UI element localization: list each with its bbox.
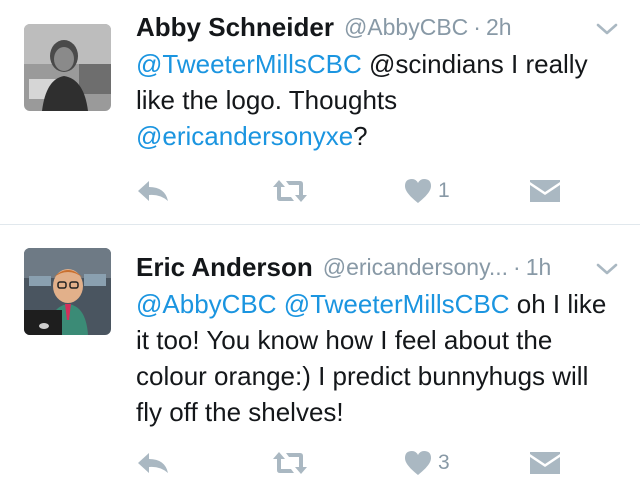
retweet-icon (273, 452, 307, 474)
author-handle[interactable]: @ericandersony... (323, 254, 508, 281)
like-button[interactable]: 3 (404, 446, 450, 480)
reply-button[interactable] (136, 174, 170, 208)
direct-message-button[interactable] (530, 446, 560, 480)
like-count: 1 (438, 179, 450, 202)
direct-message-button[interactable] (530, 174, 560, 208)
author-name[interactable]: Eric Anderson (136, 252, 313, 283)
reply-icon (138, 453, 168, 473)
like-count: 3 (438, 451, 450, 474)
action-bar: 3 (136, 446, 616, 480)
like-button[interactable]: 1 (404, 174, 450, 208)
avatar[interactable] (24, 24, 111, 111)
mention-link[interactable]: @TweeterMillsCBC (136, 49, 362, 79)
retweet-button[interactable] (272, 174, 308, 208)
timestamp[interactable]: 1h (526, 254, 552, 281)
tweet-divider (0, 224, 640, 225)
mention-link[interactable]: @TweeterMillsCBC (284, 289, 510, 319)
avatar[interactable] (24, 248, 111, 335)
mention-link[interactable]: @ericandersonyxe (136, 121, 353, 151)
timestamp[interactable]: 2h (486, 14, 512, 41)
action-bar: 1 (136, 174, 616, 208)
heart-icon (405, 179, 431, 203)
reply-button[interactable] (136, 446, 170, 480)
envelope-icon (530, 452, 560, 474)
retweet-button[interactable] (272, 446, 308, 480)
author-handle[interactable]: @AbbyCBC (344, 14, 468, 41)
reply-icon (138, 181, 168, 201)
mention-link[interactable]: @AbbyCBC (136, 289, 277, 319)
chevron-down-icon[interactable] (596, 262, 618, 276)
text-segment: ? (353, 121, 368, 151)
chevron-down-icon[interactable] (596, 22, 618, 36)
heart-icon (405, 451, 431, 475)
text-segment (277, 289, 284, 319)
tweet-text: @TweeterMillsCBC @scindians I really lik… (136, 46, 616, 154)
separator-dot: · (473, 13, 481, 40)
tweet-item[interactable]: Abby Schneider @AbbyCBC · 2h @TweeterMil… (0, 0, 640, 224)
tweet-item[interactable]: Eric Anderson @ericandersony... · 1h @Ab… (0, 224, 640, 496)
retweet-icon (273, 180, 307, 202)
tweet-text: @AbbyCBC @TweeterMillsCBC oh I like it t… (136, 286, 616, 430)
envelope-icon (530, 180, 560, 202)
author-name[interactable]: Abby Schneider (136, 12, 334, 43)
separator-dot: · (513, 253, 521, 280)
